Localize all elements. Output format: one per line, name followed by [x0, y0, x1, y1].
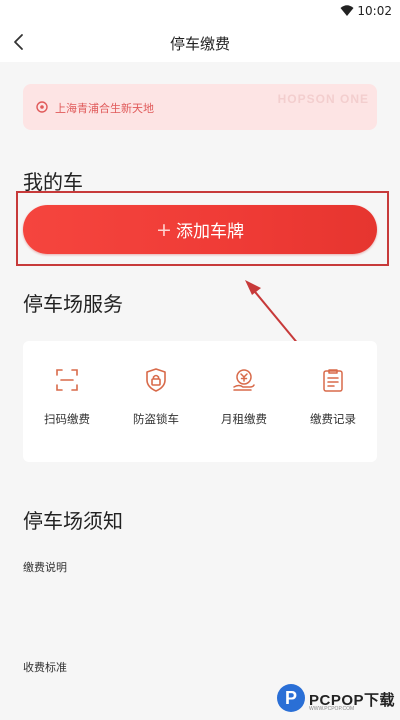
brand-watermark: P PCPOP下载 WWW.PCPOP.COM — [277, 684, 397, 714]
pcpop-logo: P — [277, 684, 305, 712]
page-title: 停车缴费 — [169, 35, 230, 53]
location-card[interactable]: 上海青浦合生新天地 HOPSON ONE — [23, 84, 377, 130]
status-time: 10:02 — [357, 4, 392, 18]
status-bar: 10:02 — [0, 0, 400, 24]
scan-icon — [56, 369, 78, 391]
nav-bar: 停车缴费 — [0, 24, 400, 62]
parking-service-title: 停车场服务 — [23, 292, 123, 316]
service-label: 防盗锁车 — [133, 412, 179, 426]
service-grid: 扫码缴费 防盗锁车 月租缴费 缴费记录 — [23, 341, 377, 462]
payment-record-icon — [323, 369, 343, 392]
brand-sub: WWW.PCPOP.COM — [309, 706, 355, 712]
parking-notice-title: 停车场须知 — [23, 509, 123, 533]
notice-item-payment-instructions[interactable]: 缴费说明 — [23, 559, 67, 575]
wifi-icon — [340, 5, 354, 16]
scan-pay-item[interactable]: 扫码缴费 — [23, 359, 111, 439]
location-pin-icon — [36, 101, 48, 113]
service-label: 月租缴费 — [221, 412, 267, 426]
notice-item-fee-standard[interactable]: 收费标准 — [23, 659, 67, 675]
service-label: 缴费记录 — [310, 412, 356, 426]
anti-theft-lock-item[interactable]: 防盗锁车 — [112, 359, 200, 439]
payment-record-item[interactable]: 缴费记录 — [289, 359, 377, 439]
annotation-highlight-box — [16, 191, 389, 266]
monthly-yen-icon — [233, 369, 255, 391]
hopson-watermark: HOPSON ONE — [277, 92, 369, 106]
lock-shield-icon — [146, 368, 166, 392]
location-name: 上海青浦合生新天地 — [55, 102, 154, 115]
service-label: 扫码缴费 — [44, 412, 90, 426]
monthly-pay-item[interactable]: 月租缴费 — [200, 359, 288, 439]
